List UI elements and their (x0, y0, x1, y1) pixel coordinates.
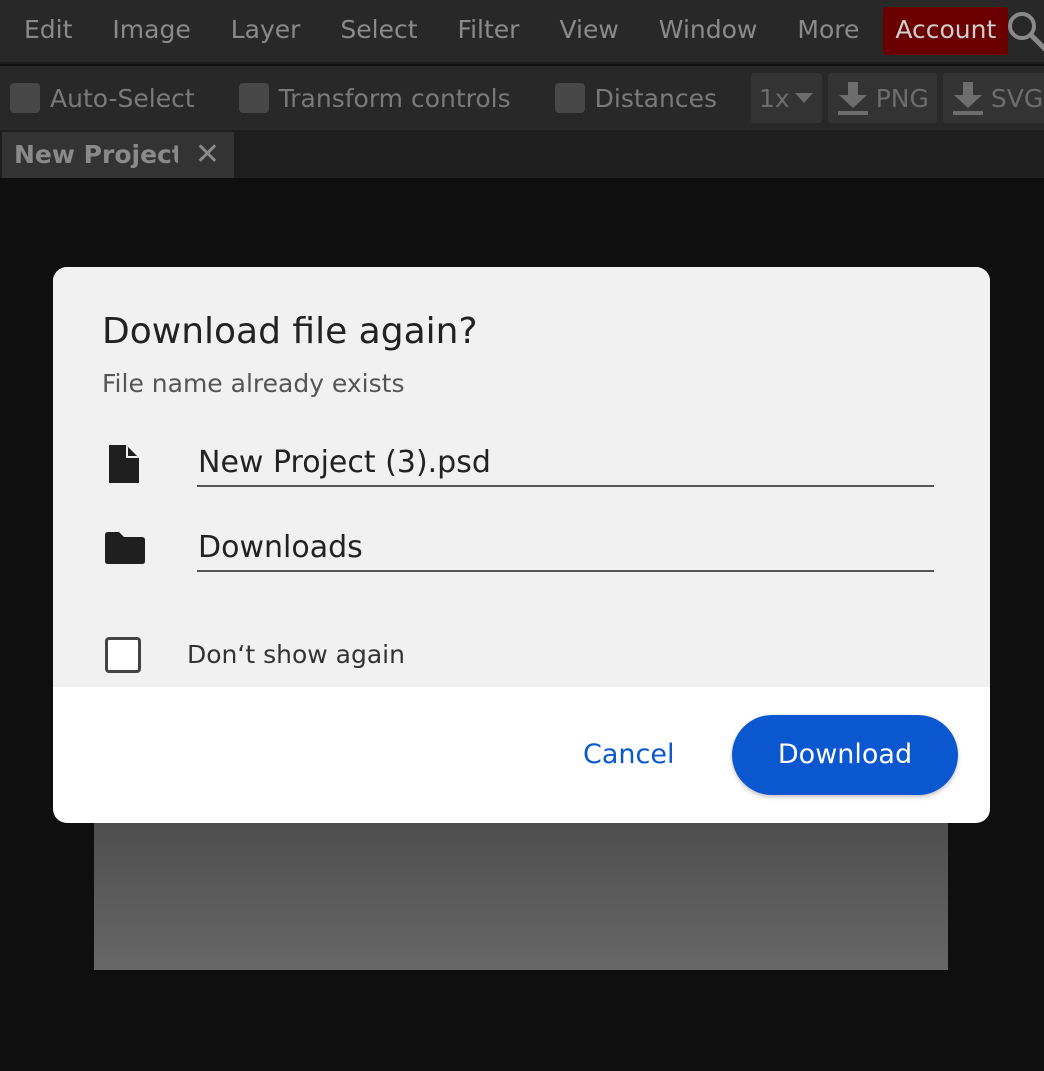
menu-image[interactable]: Image (92, 0, 210, 63)
file-name-field[interactable]: New Project (3).psd (197, 441, 934, 487)
dialog-subtitle: File name already exists (102, 369, 405, 398)
file-icon (109, 445, 139, 483)
cancel-button[interactable]: Cancel (583, 739, 674, 770)
auto-select-label: Auto-Select (50, 83, 195, 113)
transform-controls-checkbox[interactable] (238, 83, 269, 113)
png-label: PNG (875, 83, 929, 113)
download-icon (837, 82, 868, 115)
distances-label: Distances (594, 83, 717, 113)
distances-checkbox[interactable] (554, 83, 585, 113)
menu-bar: Edit Image Layer Select Filter View Wind… (0, 0, 1044, 64)
document-canvas[interactable] (94, 800, 948, 970)
folder-field[interactable]: Downloads (197, 526, 934, 572)
auto-select-checkbox[interactable] (10, 83, 40, 113)
menu-select[interactable]: Select (320, 0, 437, 63)
tab-label: New Project (14, 140, 178, 169)
distances-option[interactable]: Distances (554, 83, 717, 113)
transform-controls-label: Transform controls (278, 83, 511, 113)
photo-editor-app: Edit Image Layer Select Filter View Wind… (0, 0, 1044, 1071)
chevron-down-icon (794, 93, 813, 103)
document-tab-bar: New Project ✕ (0, 130, 1044, 178)
download-button[interactable]: Download (732, 715, 958, 795)
account-button[interactable]: Account (883, 7, 1009, 55)
menu-window[interactable]: Window (639, 0, 778, 63)
folder-icon (105, 532, 145, 564)
menu-filter[interactable]: Filter (438, 0, 540, 63)
dialog-title: Download file again? (102, 311, 478, 352)
tab-new-project[interactable]: New Project ✕ (2, 132, 234, 178)
auto-select-option[interactable]: Auto-Select (10, 83, 195, 113)
menu-more[interactable]: More (777, 0, 879, 63)
search-icon[interactable] (1006, 10, 1044, 54)
scale-value: 1x (758, 83, 790, 113)
download-icon (952, 82, 983, 115)
close-icon[interactable]: ✕ (195, 132, 220, 178)
dont-show-again-label: Don‘t show again (187, 640, 405, 669)
menu-edit[interactable]: Edit (0, 0, 92, 63)
download-again-dialog: Download file again? File name already e… (53, 267, 990, 823)
svg-label: SVG (990, 83, 1044, 113)
menu-view[interactable]: View (539, 0, 638, 63)
export-png-button[interactable]: PNG (827, 73, 937, 123)
dont-show-again-checkbox[interactable] (105, 637, 141, 673)
export-svg-button[interactable]: SVG (942, 73, 1044, 123)
transform-controls-option[interactable]: Transform controls (238, 83, 511, 113)
scale-dropdown[interactable]: 1x (750, 73, 822, 123)
options-toolbar: Auto-Select Transform controls Distances… (0, 66, 1044, 130)
menu-layer[interactable]: Layer (211, 0, 321, 63)
dialog-body: Download file again? File name already e… (53, 267, 990, 687)
